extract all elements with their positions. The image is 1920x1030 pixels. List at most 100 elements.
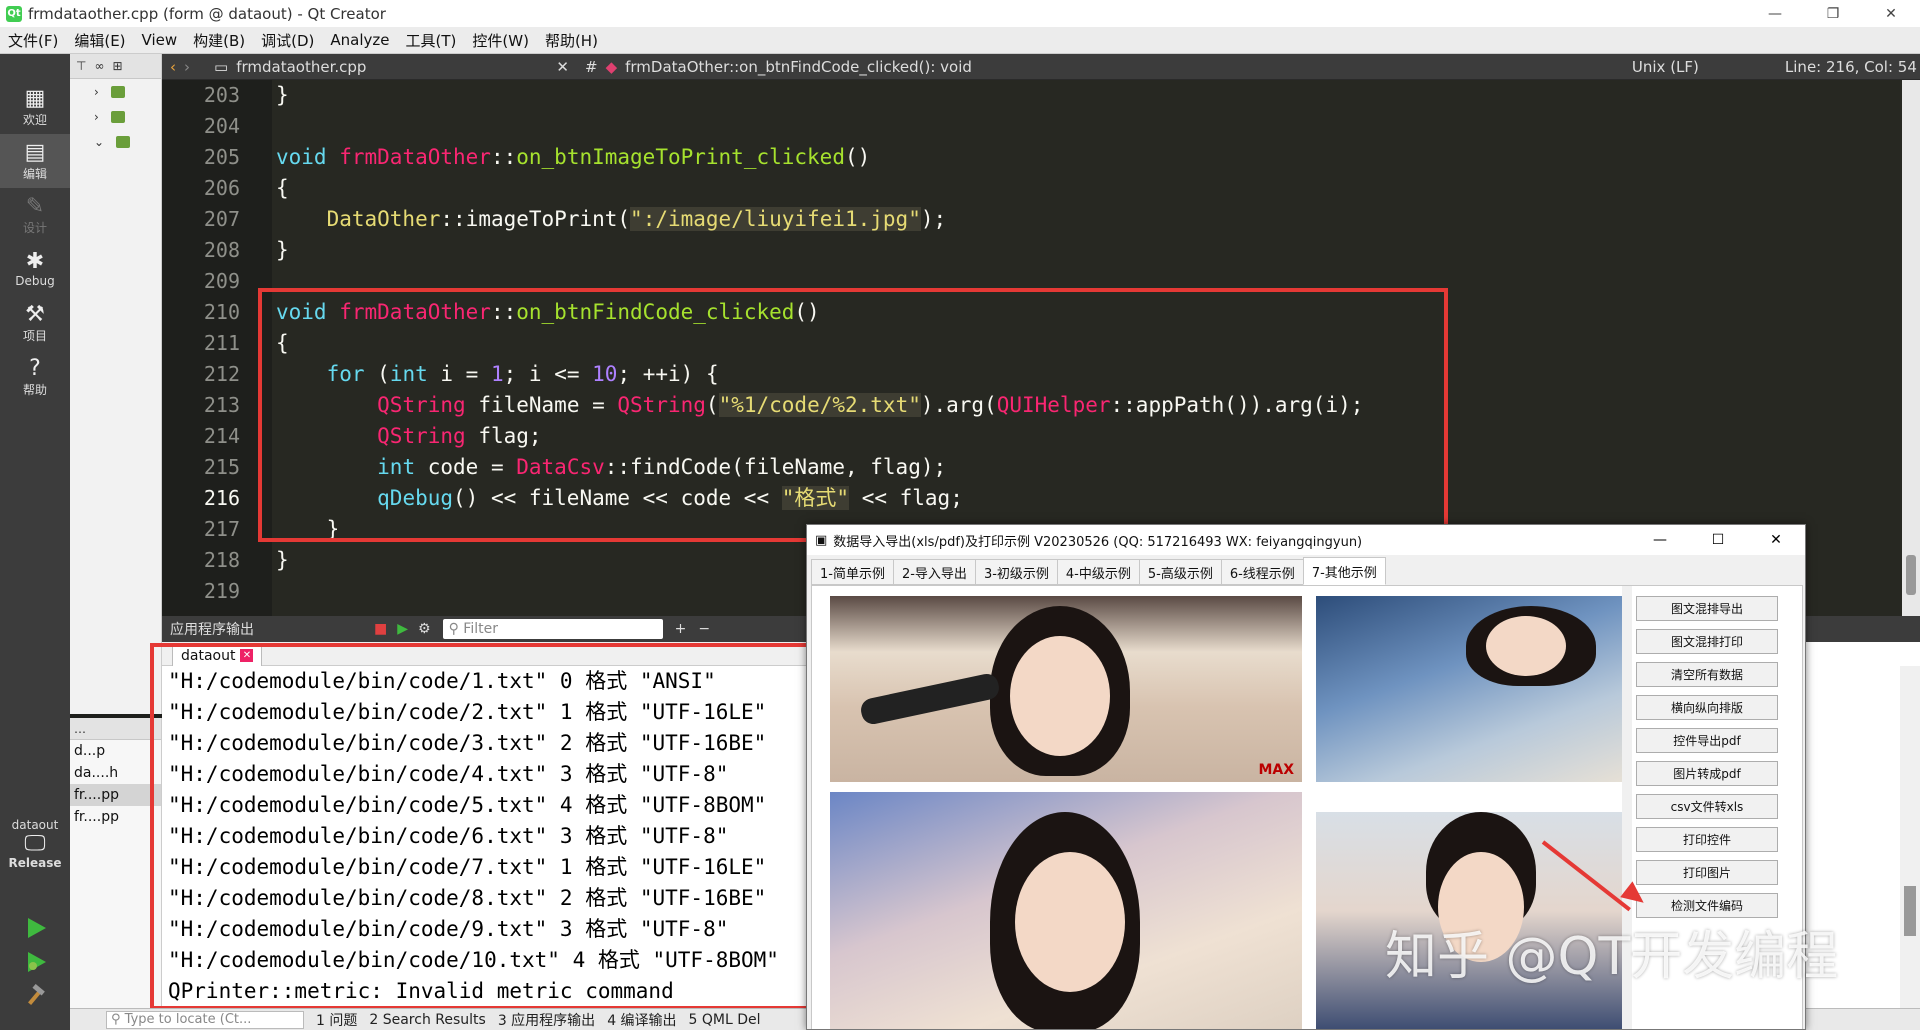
pane-app-output[interactable]: 3 应用程序输出	[498, 1010, 595, 1030]
locator-placeholder: Type to locate (Ct...	[124, 1012, 252, 1027]
mode-projects[interactable]: ⚒ 项目	[0, 296, 70, 350]
menu-view[interactable]: View	[134, 31, 186, 49]
tab-thread[interactable]: 6-线程示例	[1220, 559, 1304, 585]
menu-widgets[interactable]: 控件(W)	[464, 30, 537, 51]
tree-row[interactable]: ›	[70, 79, 161, 104]
print-widget-button[interactable]: 打印控件	[1636, 827, 1778, 852]
line-number: 205	[203, 145, 240, 169]
rerun-icon[interactable]: ▶	[397, 621, 408, 637]
maximize-button[interactable]: ☐	[1689, 525, 1747, 555]
tab-import-export[interactable]: 2-导入导出	[892, 559, 976, 585]
line-number: 203	[203, 83, 240, 107]
mode-help[interactable]: ? 帮助	[0, 350, 70, 404]
watermark: 知乎 @QT开发编程	[1385, 927, 1839, 987]
close-button[interactable]: ✕	[1862, 0, 1920, 27]
current-file[interactable]: frmdataother.cpp	[236, 58, 366, 76]
qt-creator-window: { "window": {"title": "frmdataother.cpp …	[0, 0, 1920, 1030]
bug-icon: ✱	[25, 249, 45, 274]
edit-icon: ▤	[24, 139, 46, 165]
tab-basic[interactable]: 3-初级示例	[974, 559, 1058, 585]
run-icon[interactable]	[24, 916, 48, 940]
editor-scrollbar[interactable]	[1902, 80, 1920, 616]
settings-icon[interactable]: ⚙	[418, 621, 431, 637]
target-project: dataout	[11, 818, 59, 832]
tab-intermediate[interactable]: 4-中级示例	[1056, 559, 1140, 585]
mode-design[interactable]: ✎ 设计	[0, 188, 70, 242]
restore-button[interactable]: ❐	[1804, 0, 1862, 27]
mode-label: 项目	[22, 328, 47, 343]
csv-to-xls-button[interactable]: csv文件转xls	[1636, 794, 1778, 819]
split-icon[interactable]: ⊞	[112, 59, 122, 73]
print-mixed-button[interactable]: 图文混排打印	[1636, 629, 1778, 654]
demo-window-title: 数据导入导出(xls/pdf)及打印示例 V20230526 (QQ: 5172…	[833, 534, 1363, 550]
menu-file[interactable]: 文件(F)	[0, 30, 66, 51]
target-config: Release	[8, 856, 62, 870]
close-button[interactable]: ✕	[1747, 525, 1805, 555]
pencil-icon: ✎	[25, 193, 45, 219]
print-image-button[interactable]: 打印图片	[1636, 860, 1778, 885]
line-number: 204	[203, 114, 240, 138]
pane-compile-output[interactable]: 4 编译输出	[607, 1010, 676, 1030]
folder-icon	[116, 135, 131, 148]
minimize-button[interactable]: —	[1746, 0, 1804, 27]
tree-row[interactable]: ⌄	[70, 129, 161, 154]
filter-icon[interactable]: ⊤	[76, 59, 86, 73]
function-selector[interactable]: frmDataOther::on_btnFindCode_clicked(): …	[625, 58, 972, 76]
tree-row[interactable]: ›	[70, 104, 161, 129]
nav-forward-icon[interactable]: ›	[184, 58, 190, 76]
nav-back-icon[interactable]: ‹	[170, 58, 176, 76]
stop-icon[interactable]: ■	[374, 621, 387, 637]
minus-icon[interactable]: −	[698, 621, 710, 637]
line-number: 208	[203, 238, 240, 262]
tab-other[interactable]: 7-其他示例	[1302, 557, 1386, 585]
scroll-thumb[interactable]	[1906, 555, 1916, 595]
close-file-icon[interactable]: ✕	[556, 58, 569, 76]
output-scrollbar[interactable]	[1900, 666, 1920, 1008]
tab-advanced[interactable]: 5-高级示例	[1138, 559, 1222, 585]
search-icon: ⚲	[448, 621, 459, 637]
line-number: 217	[203, 517, 240, 541]
clear-data-button[interactable]: 清空所有数据	[1636, 662, 1778, 687]
add-icon[interactable]: +	[675, 621, 687, 637]
menu-build[interactable]: 构建(B)	[185, 30, 253, 51]
widget-to-pdf-button[interactable]: 控件导出pdf	[1636, 728, 1778, 753]
pane-search-results[interactable]: 2 Search Results	[369, 1012, 485, 1028]
minimize-button[interactable]: —	[1631, 525, 1689, 555]
menu-debug[interactable]: 调试(D)	[253, 30, 322, 51]
link-icon[interactable]: ∞	[94, 59, 104, 73]
mode-welcome[interactable]: ▦ 欢迎	[0, 80, 70, 134]
photo-image	[1316, 596, 1622, 782]
menu-analyze[interactable]: Analyze	[322, 31, 397, 49]
line-number-current: 216	[203, 486, 240, 510]
code-line: DataOther::imageToPrint(":/image/liuyife…	[326, 207, 947, 231]
debug-run-icon[interactable]	[24, 950, 48, 974]
menu-help[interactable]: 帮助(H)	[537, 30, 606, 51]
open-document-item[interactable]: d...p	[70, 740, 161, 762]
mode-debug[interactable]: ✱ Debug	[0, 242, 70, 296]
photo-logo: MAX	[1258, 762, 1294, 778]
tab-simple[interactable]: 1-简单示例	[811, 559, 894, 585]
menu-tools[interactable]: 工具(T)	[398, 30, 465, 51]
export-mixed-button[interactable]: 图文混排导出	[1636, 596, 1778, 621]
orientation-button[interactable]: 横向纵向排版	[1636, 695, 1778, 720]
open-document-item[interactable]: fr....pp	[70, 806, 161, 828]
image-to-pdf-button[interactable]: 图片转成pdf	[1636, 761, 1778, 786]
menu-edit[interactable]: 编辑(E)	[66, 30, 133, 51]
open-document-item[interactable]: da....h	[70, 762, 161, 784]
open-document-item[interactable]: fr....pp	[70, 784, 161, 806]
locator-input[interactable]: ⚲ Type to locate (Ct...	[106, 1010, 304, 1029]
mode-label: 设计	[22, 220, 47, 235]
folder-icon	[110, 110, 125, 123]
cursor-position[interactable]: Line: 216, Col: 54	[1785, 58, 1917, 76]
line-ending-selector[interactable]: Unix (LF)	[1632, 58, 1699, 76]
build-hammer-icon[interactable]	[24, 984, 48, 1008]
pane-issues[interactable]: 1 问题	[316, 1010, 357, 1030]
output-filter-input[interactable]: ⚲ Filter	[442, 619, 663, 639]
pane-qml-debugger[interactable]: 5 QML Del	[689, 1012, 761, 1028]
mode-edit[interactable]: ▤ 编辑	[0, 134, 70, 188]
scroll-thumb[interactable]	[1904, 886, 1916, 936]
line-number-gutter: 203 204 205 206 207 208 209 210 211 212 …	[162, 80, 272, 616]
target-selector[interactable]: dataout 🖵 Release	[0, 804, 70, 884]
photo-image: MAX	[830, 596, 1302, 782]
open-documents-toolbar: …	[70, 718, 161, 740]
